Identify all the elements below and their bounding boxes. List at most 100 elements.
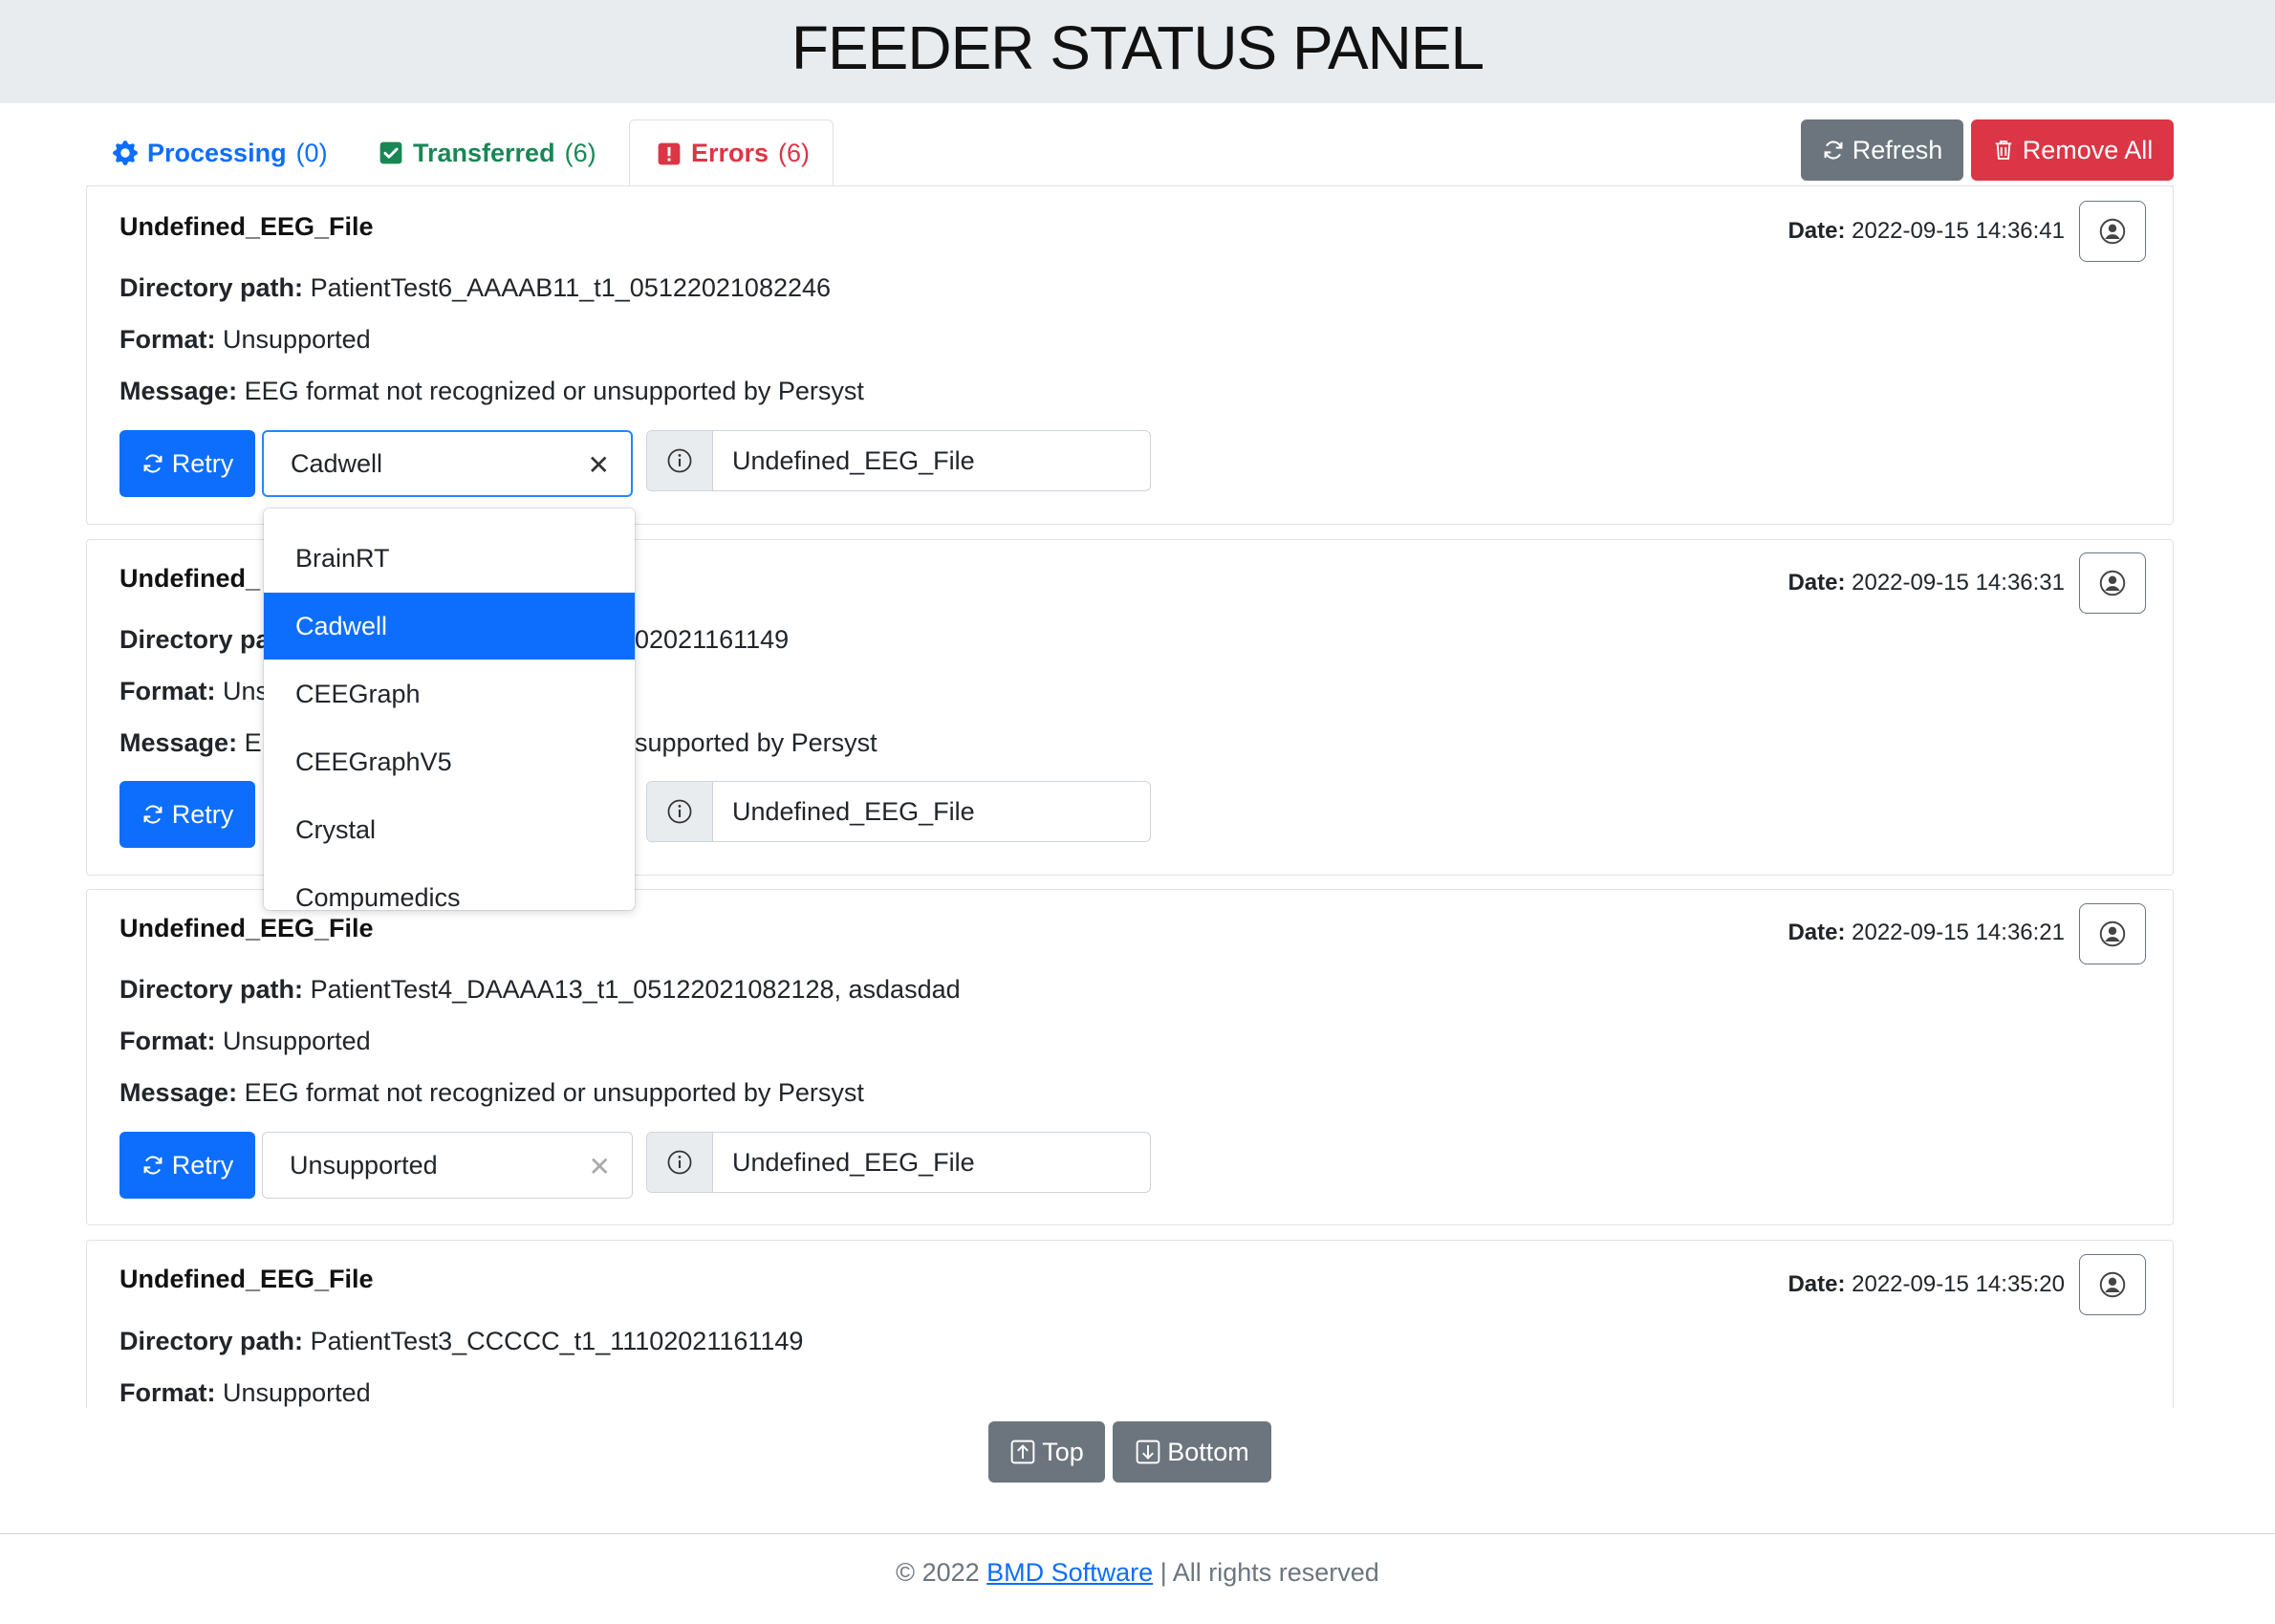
message-label: Message: (119, 728, 238, 757)
format-line: Format: Unsupported (119, 1027, 371, 1056)
retry-button[interactable]: Retry (119, 781, 255, 848)
file-name-field: Undefined_EEG_File (646, 430, 1151, 491)
info-icon (647, 431, 713, 490)
file-name-value[interactable]: Undefined_EEG_File (713, 782, 1150, 841)
remove-all-button[interactable]: Remove All (1971, 119, 2174, 181)
person-circle-icon (2099, 218, 2126, 245)
dropdown-option-compumedics[interactable]: Compumedics (264, 864, 635, 911)
dropdown-option-cadwell[interactable]: Cadwell (264, 593, 635, 660)
page-title: FEEDER STATUS PANEL (791, 13, 1484, 82)
entry-date: Date: 2022-09-15 14:36:31 (1625, 570, 2065, 596)
dropdown-option-ceegraph[interactable]: CEEGraph (264, 660, 635, 727)
refresh-button-label: Refresh (1852, 135, 1943, 164)
footer-rights: | All rights reserved (1153, 1558, 1379, 1587)
date-value: 2022-09-15 14:36:31 (1852, 570, 2065, 595)
scroll-top-button[interactable]: Top (988, 1421, 1105, 1483)
dropdown-option-brainrt[interactable]: BrainRT (264, 525, 635, 592)
format-value: Unsupported (223, 1378, 371, 1407)
message-line: Message: E (119, 728, 262, 758)
directory-path-label: Directory path: (119, 975, 304, 1004)
file-name-field: Undefined_EEG_File (646, 1132, 1151, 1193)
refresh-icon (143, 1156, 162, 1175)
refresh-icon (1824, 141, 1843, 160)
scroll-bottom-button[interactable]: Bottom (1113, 1421, 1271, 1483)
scroll-top-label: Top (1042, 1437, 1084, 1466)
tab-transferred-count: (6) (564, 138, 596, 167)
retry-button[interactable]: Retry (119, 430, 255, 497)
arrow-down-square-icon (1136, 1440, 1160, 1464)
refresh-icon (143, 805, 162, 824)
tab-errors[interactable]: Errors (6) (629, 119, 834, 186)
gear-icon (113, 141, 138, 165)
message-line: Message: EEG format not recognized or un… (119, 377, 864, 406)
file-name-value[interactable]: Undefined_EEG_File (713, 431, 1150, 490)
retry-button-label: Retry (171, 448, 234, 478)
footer: © 2022 BMD Software | All rights reserve… (0, 1558, 2275, 1588)
info-icon (647, 782, 713, 841)
message-value: E (244, 728, 262, 757)
clear-icon[interactable]: ✕ (588, 452, 610, 479)
format-value: Unsupported (223, 325, 371, 354)
directory-path-value: PatientTest3_CCCCC_t1_11102021161149 (310, 1327, 804, 1355)
dropdown-option-ceegraphv5[interactable]: CEEGraphV5 (264, 728, 635, 795)
message-line: Message: EEG format not recognized or un… (119, 1078, 864, 1108)
date-label: Date: (1788, 1271, 1846, 1297)
directory-path-label: Directory path: (119, 273, 304, 302)
format-label: Format: (119, 325, 216, 354)
entry-title: Undefined_EEG_File (119, 1265, 374, 1293)
refresh-icon (143, 454, 162, 473)
tab-transferred[interactable]: Transferred (6) (352, 119, 623, 186)
format-select[interactable]: Unsupported ✕ (262, 1132, 633, 1199)
user-button[interactable] (2079, 552, 2146, 614)
tab-processing[interactable]: Processing (0) (86, 119, 355, 186)
message-value-tail: supported by Persyst (635, 728, 878, 757)
entry-date: Date: 2022-09-15 14:36:41 (1625, 218, 2065, 245)
directory-path-line: Directory path: PatientTest3_CCCCC_t1_11… (119, 1327, 803, 1356)
remove-all-button-label: Remove All (2022, 135, 2154, 164)
page-header: FEEDER STATUS PANEL (0, 0, 2275, 103)
message-value: EEG format not recognized or unsupported… (244, 377, 864, 405)
info-icon (647, 1133, 713, 1192)
message-label: Message: (119, 377, 238, 405)
directory-path-line: Directory path: PatientTest4_DAAAA13_t1_… (119, 975, 961, 1005)
retry-button-label: Retry (171, 799, 234, 829)
entry-title: Undefined_EEG_File (119, 212, 374, 241)
retry-button[interactable]: Retry (119, 1132, 255, 1199)
dropdown-option-crystal[interactable]: Crystal (264, 796, 635, 863)
directory-path-value: 02021161149 (635, 625, 790, 654)
format-select-value: Unsupported (290, 1150, 438, 1180)
check-square-icon (379, 141, 403, 165)
tab-errors-count: (6) (778, 139, 811, 167)
file-name-value[interactable]: Undefined_EEG_File (713, 1133, 1150, 1192)
refresh-button[interactable]: Refresh (1801, 119, 1963, 181)
format-select[interactable]: Cadwell ✕ (262, 430, 633, 497)
footer-divider (0, 1533, 2275, 1534)
tab-errors-label: Errors (691, 139, 769, 167)
format-dropdown-menu: BrainRT Cadwell CEEGraph CEEGraphV5 Crys… (264, 509, 635, 910)
trash-icon (1995, 141, 2011, 160)
user-button[interactable] (2079, 1254, 2146, 1315)
date-label: Date: (1788, 920, 1846, 945)
exclamation-square-icon (657, 141, 682, 166)
message-label: Message: (119, 1078, 238, 1107)
directory-path-line: Directory path: PatientTest6_AAAAB11_t1_… (119, 273, 831, 303)
format-line: Format: Unsupported (119, 325, 371, 355)
directory-path-value: PatientTest4_DAAAA13_t1_05122021082128, … (310, 975, 961, 1004)
user-button[interactable] (2079, 201, 2146, 262)
person-circle-icon (2099, 570, 2126, 596)
date-value: 2022-09-15 14:36:21 (1852, 920, 2065, 945)
footer-company-link[interactable]: BMD Software (986, 1558, 1153, 1587)
date-value: 2022-09-15 14:36:41 (1852, 218, 2065, 244)
footer-copyright: © 2022 (896, 1558, 987, 1587)
person-circle-icon (2099, 920, 2126, 947)
tab-processing-label: Processing (147, 138, 287, 167)
clear-icon[interactable]: ✕ (589, 1154, 611, 1180)
retry-button-label: Retry (171, 1150, 234, 1180)
directory-path-label: Directory path: (119, 1327, 304, 1355)
date-label: Date: (1788, 218, 1846, 244)
user-button[interactable] (2079, 903, 2146, 964)
entry-title: Undefined_ (119, 564, 261, 593)
format-label: Format: (119, 677, 216, 705)
entry-title: Undefined_EEG_File (119, 914, 374, 942)
date-label: Date: (1788, 570, 1846, 595)
